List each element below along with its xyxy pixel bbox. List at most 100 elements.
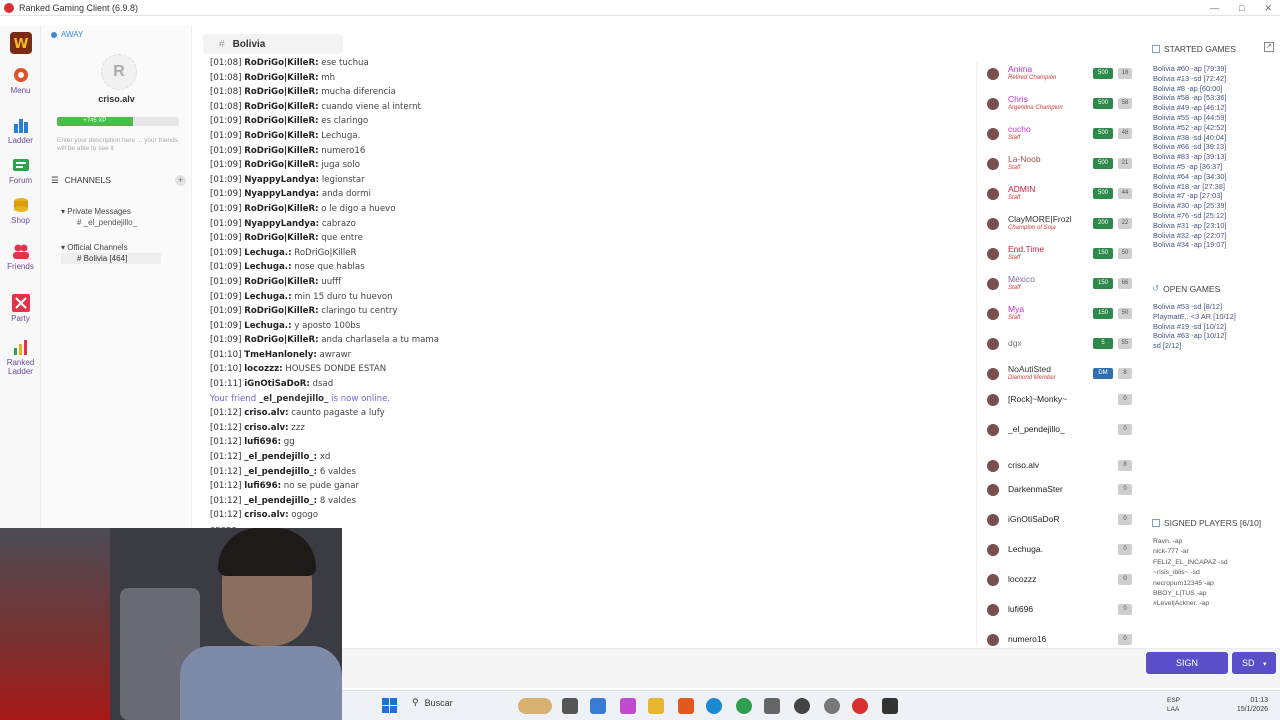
game-list-item[interactable]: Bolivia #64 -ap [34:30] [1153,172,1227,182]
message-author[interactable]: lufi696: [244,481,281,491]
chat-input-bar[interactable] [342,648,1280,688]
message-author[interactable]: iGnOtiSaDoR: [244,379,310,389]
channels-header[interactable]: ☰ CHANNELS + [51,173,186,187]
chrome-browser-icon[interactable] [736,698,752,714]
game-list-item[interactable]: necropum12345 -ap [1153,579,1228,589]
user-list-item[interactable]: [Rock]~Monky~ 0 [977,388,1137,412]
game-list-item[interactable]: Bolivia #76 -sd [25:12] [1153,211,1227,221]
game-list-item[interactable]: Ravn. -ap [1153,537,1228,547]
profile-description-placeholder[interactable]: Enter your description here ... your fri… [57,137,181,153]
user-list-item[interactable]: cucho Staff 500 48 [977,122,1137,146]
rail-menu[interactable]: Menu [0,66,41,95]
user-list-item[interactable]: Chris Argentina Champion 500 58 [977,92,1137,116]
user-list-item[interactable]: Mya Staff 150 50 [977,302,1137,326]
message-author[interactable]: Lechuga.: [244,248,291,258]
game-list-item[interactable]: Bolivia #18 -ar [27:38] [1153,182,1227,192]
mode-select-button[interactable]: SD ▾ [1232,652,1276,674]
message-author[interactable]: RoDriGo|KilleR: [244,233,318,243]
rail-ranked-ladder[interactable]: Ranked Ladder [0,338,41,376]
game-list-item[interactable]: Bolivia #53 -sd [8/12] [1153,302,1236,312]
game-list-item[interactable]: Bolivia #13 -sd [72:42] [1153,74,1227,84]
game-list-item[interactable]: Bolivia #34 -ap [19:07] [1153,240,1227,250]
user-list-item[interactable]: _el_pendejillo_ 0 [977,418,1137,442]
rail-ladder[interactable]: Ladder [0,116,41,145]
keyboard-language[interactable]: ESP LAA [1167,696,1180,714]
message-author[interactable]: RoDriGo|KilleR: [244,335,318,345]
message-author[interactable]: NyappyLandya: [244,175,319,185]
message-author[interactable]: NyappyLandya: [244,219,319,229]
game-list-item[interactable]: Bolivia #66 -sd [39:13] [1153,142,1227,152]
message-author[interactable]: RoDriGo|KilleR: [244,306,318,316]
game-list-item[interactable]: Bolivia #31 -ap [23:10] [1153,221,1227,231]
sign-button[interactable]: SIGN [1146,652,1228,674]
message-author[interactable]: TmeHanlonely: [244,350,317,360]
user-list-item[interactable]: dgx 5 55 [977,332,1137,356]
message-author[interactable]: criso.alv: [244,423,288,433]
private-message-item[interactable]: # _el_pendejillo_ [61,217,137,228]
message-author[interactable]: criso.alv: [244,408,288,418]
friend-name[interactable]: _el_pendejillo_ [259,394,328,404]
game-list-item[interactable]: Bolivia #55 -ap [44:59] [1153,113,1227,123]
message-author[interactable]: RoDriGo|KilleR: [244,204,318,214]
message-author[interactable]: RoDriGo|KilleR: [244,116,318,126]
user-list-item[interactable]: locozzz 0 [977,568,1137,592]
user-list-item[interactable]: NoAutiSted Diamond Member DM 8 [977,362,1137,386]
game-list-item[interactable]: Bolivia #30 -ap [25:39] [1153,201,1227,211]
game-list-item[interactable]: BBOY_L|TUS -ap [1153,589,1228,599]
user-list-item[interactable]: La-Noob Staff 500 21 [977,152,1137,176]
game-list-item[interactable]: nick-777 -ar [1153,547,1228,557]
message-author[interactable]: _el_pendejillo_: [244,467,317,477]
message-author[interactable]: RoDriGo|KilleR: [244,58,318,68]
copilot-app-icon[interactable] [620,698,636,714]
user-list-item[interactable]: Lechuga. 0 [977,538,1137,562]
message-author[interactable]: RoDriGo|KilleR: [244,87,318,97]
rail-forum[interactable]: Forum [0,156,41,185]
game-list-item[interactable]: Bolivia #63 -ap [10/12] [1153,331,1236,341]
private-messages-group[interactable]: ▾ Private Messages # _el_pendejillo_ [61,206,137,228]
store-app-icon[interactable] [590,698,606,714]
taskbar-search[interactable]: ⚲ Buscar [412,697,453,708]
game-list-item[interactable]: Bolivia #49 -ap [46:12] [1153,103,1227,113]
game-list-item[interactable]: Bolivia #7 -ap [27:03] [1153,191,1227,201]
started-games-list[interactable]: Bolivia #60 -ap [79:39] Bolivia #13 -sd [… [1153,64,1227,272]
minimize-icon[interactable]: — [1210,3,1219,13]
obs-app-icon[interactable] [882,698,898,714]
user-list[interactable]: Anima Retired Champion 500 18 Chris Argentina… [976,62,1138,646]
close-icon[interactable]: ✕ [1264,3,1272,14]
user-list-item[interactable]: End.Time Staff 150 50 [977,242,1137,266]
user-list-item[interactable]: Anima Retired Champion 500 18 [977,62,1137,86]
game-list-item[interactable]: Bolivia #58 -ap [53:36] [1153,93,1227,103]
windows-start-icon[interactable] [382,698,398,714]
edge-browser-icon[interactable] [706,698,722,714]
game-list-item[interactable]: PlaymatE.. <3 AR [10/12] [1153,312,1236,322]
rail-party[interactable]: Party [0,294,41,323]
message-author[interactable]: RoDriGo|KilleR: [244,102,318,112]
user-list-item[interactable]: ADMIN Staff 500 44 [977,182,1137,206]
user-list-item[interactable]: México Staff 150 66 [977,272,1137,296]
official-channel-item[interactable]: # Bolivia [464] [61,253,161,264]
game-list-item[interactable]: Bolivia #83 -ap [39:13] [1153,152,1227,162]
message-author[interactable]: _el_pendejillo_: [244,496,317,506]
user-list-item[interactable]: DarkenmaSter 0 [977,478,1137,502]
status-selector[interactable]: AWAY [51,30,83,39]
user-list-item[interactable]: criso.alv 8 [977,454,1137,478]
game-list-item[interactable]: Bolivia #60 -ap [79:39] [1153,64,1227,74]
message-author[interactable]: Lechuga.: [244,292,291,302]
maximize-icon[interactable]: □ [1239,3,1244,13]
game-app-icon[interactable] [794,698,810,714]
game-list-item[interactable]: FELIZ_EL_INCAPAZ -sd [1153,558,1228,568]
message-author[interactable]: RoDriGo|KilleR: [244,131,318,141]
user-list-item[interactable]: lufi696 0 [977,598,1137,622]
user-list-item[interactable]: ClayMORE|Frozl Champion of Soja 200 22 [977,212,1137,236]
taskbar-clock[interactable]: 01:13 15/1/2026 [1237,696,1268,714]
message-author[interactable]: locozzz: [244,364,282,374]
game-list-item[interactable]: sd [2/12] [1153,341,1236,351]
rail-friends[interactable]: Friends [0,242,41,271]
official-channels-group[interactable]: ▾ Official Channels # Bolivia [464] [61,242,161,264]
game-list-item[interactable]: Bolivia #19 -sd [10/12] [1153,322,1236,332]
user-list-item[interactable]: numero16 0 [977,628,1137,646]
user-list-item[interactable]: iGnOtiSaDoR 0 [977,508,1137,532]
settings-app-icon[interactable] [824,698,840,714]
game-list-item[interactable]: Bolivia #32 -ap [22:07] [1153,231,1227,241]
game-list-item[interactable]: Bolivia #52 -ap [42:52] [1153,123,1227,133]
